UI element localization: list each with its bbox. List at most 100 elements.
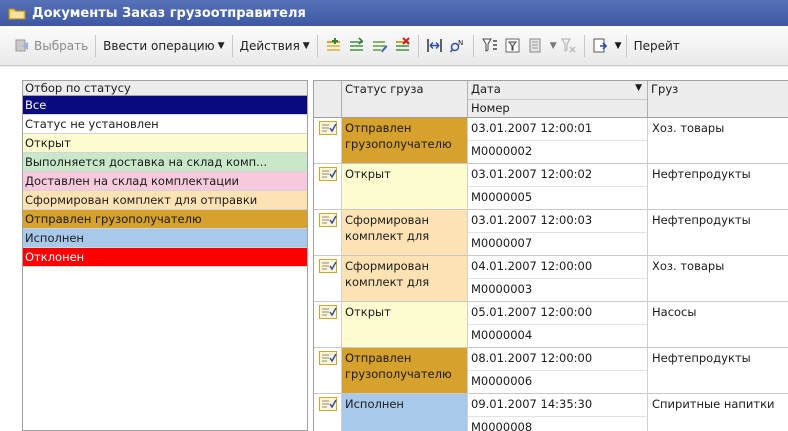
date-cell: 03.01.2007 12:00:03 М0000007 (468, 210, 648, 255)
copy-row-icon[interactable] (348, 37, 365, 54)
date-value: 05.01.2007 12:00:00 (471, 305, 593, 319)
actions-button[interactable]: Действия ▼ (237, 34, 313, 58)
date-cell: 09.01.2007 14:35:30 М0000008 (468, 394, 648, 431)
document-cell (314, 210, 342, 255)
cell-divider (468, 416, 647, 417)
cell-divider (468, 232, 647, 233)
cargo-cell: Нефтепродукты (648, 348, 788, 393)
cell-divider (468, 370, 647, 371)
add-row-icon[interactable] (325, 37, 342, 54)
date-column-label: Дата (471, 82, 501, 96)
date-cell: 08.01.2007 12:00:00 М0000006 (468, 348, 648, 393)
status-filter-item[interactable]: Сформирован комплект для отправки (23, 191, 307, 210)
status-cell: Сформирован комплект для (342, 256, 468, 301)
enter-operation-label: Ввести операцию (103, 38, 215, 53)
cargo-cell: Хоз. товары (648, 256, 788, 301)
cargo-column-header[interactable]: Груз (648, 81, 788, 118)
toolbar-separator (231, 34, 233, 57)
date-value: 08.01.2007 12:00:00 (471, 351, 593, 365)
number-value: М0000003 (471, 282, 533, 296)
clear-filter-icon[interactable] (560, 37, 577, 54)
delete-row-icon[interactable] (394, 37, 411, 54)
actions-label: Действия (239, 38, 300, 53)
status-cell: Открыт (342, 164, 468, 209)
table-row[interactable]: Сформирован комплект для 03.01.2007 12:00… (314, 210, 788, 256)
date-value: 03.01.2007 12:00:03 (471, 213, 593, 227)
table-row[interactable]: Сформирован комплект для 04.01.2007 12:00… (314, 256, 788, 302)
svg-text:N: N (458, 39, 463, 47)
filter-icon[interactable] (481, 37, 498, 54)
cargo-cell: Насосы (648, 302, 788, 347)
table-row[interactable]: Исполнен 09.01.2007 14:35:30 М0000008 Спири… (314, 394, 788, 431)
select-icon (14, 37, 31, 54)
document-cell (314, 348, 342, 393)
status-filter-item[interactable]: Открыт (23, 134, 307, 153)
document-icon (319, 259, 337, 273)
number-value: М0000004 (471, 328, 533, 342)
document-icon (319, 305, 337, 319)
status-filter-item[interactable]: Отправлен грузополучателю (23, 210, 307, 229)
status-column-label: Статус груза (345, 82, 424, 96)
cargo-cell: Нефтепродукты (648, 210, 788, 255)
goto-button[interactable]: Перейт (631, 34, 683, 58)
edit-row-icon[interactable] (371, 37, 388, 54)
documents-table: Статус груза Дата ▼ Номер Груз Отправлен… (313, 80, 788, 431)
status-cell: Исполнен (342, 394, 468, 431)
filter-by-value-icon[interactable] (504, 37, 521, 54)
document-icon (319, 167, 337, 181)
enter-operation-button[interactable]: Ввести операцию ▼ (100, 34, 227, 58)
status-cell: Отправлен грузополучателю (342, 118, 468, 163)
status-column-header[interactable]: Статус груза (342, 81, 468, 118)
number-value: М0000005 (471, 190, 533, 204)
table-row[interactable]: Открыт 05.01.2007 12:00:00 М0000004 Насосы (314, 302, 788, 348)
table-row[interactable]: Отправлен грузополучателю 03.01.2007 12:0… (314, 118, 788, 164)
find-icon[interactable]: N (449, 37, 466, 54)
cell-divider (468, 324, 647, 325)
print-list-icon[interactable] (592, 37, 609, 54)
toolbar-separator (472, 34, 474, 57)
sort-descending-icon: ▼ (635, 83, 642, 93)
document-cell (314, 302, 342, 347)
select-button[interactable]: Выбрать (8, 34, 91, 58)
status-cell: Отправлен грузополучателю (342, 348, 468, 393)
number-value: М0000008 (471, 420, 533, 431)
number-value: М0000006 (471, 374, 533, 388)
date-value: 03.01.2007 12:00:01 (471, 121, 593, 135)
status-filter-item[interactable]: Статус не установлен (23, 115, 307, 134)
table-row[interactable]: Отправлен грузополучателю 08.01.2007 12:0… (314, 348, 788, 394)
toolbar-separator (316, 34, 318, 57)
status-filter-header: Отбор по статусу (23, 81, 307, 96)
toolbar-separator (625, 34, 627, 57)
date-column-header[interactable]: Дата ▼ Номер (468, 81, 648, 118)
document-icon (319, 351, 337, 365)
date-value: 04.01.2007 12:00:00 (471, 259, 593, 273)
status-cell: Открыт (342, 302, 468, 347)
content-area: Отбор по статусу Все Статус не установлен… (0, 67, 788, 431)
document-cell (314, 256, 342, 301)
toolbar-separator (95, 34, 97, 57)
dropdown-arrow-icon[interactable]: ▼ (550, 41, 557, 51)
document-cell (314, 394, 342, 431)
cargo-cell: Хоз. товары (648, 118, 788, 163)
table-row[interactable]: Открыт 03.01.2007 12:00:02 М0000005 Нефтепр… (314, 164, 788, 210)
cargo-cell: Спиритные напитки (648, 394, 788, 431)
status-cell: Сформирован комплект для (342, 210, 468, 255)
cell-divider (468, 278, 647, 279)
window-titlebar: Документы Заказ грузоотправителя (0, 0, 788, 26)
dropdown-arrow-icon[interactable]: ▼ (615, 41, 622, 51)
status-filter-item[interactable]: Доставлен на склад комплектации (23, 172, 307, 191)
status-filter-item[interactable]: Все (23, 96, 307, 115)
date-value: 03.01.2007 12:00:02 (471, 167, 593, 181)
status-filter-item[interactable]: Исполнен (23, 229, 307, 248)
folder-icon (8, 6, 26, 20)
cargo-cell: Нефтепродукты (648, 164, 788, 209)
document-icon (319, 213, 337, 227)
toolbar-separator (583, 34, 585, 57)
status-filter-item[interactable]: Выполняется доставка на склад комп... (23, 153, 307, 172)
number-value: М0000002 (471, 144, 533, 158)
cell-divider (468, 140, 647, 141)
status-filter-item[interactable]: Отклонен (23, 248, 307, 267)
interval-icon[interactable] (426, 37, 443, 54)
goto-label: Перейт (633, 38, 680, 53)
filter-history-icon[interactable] (527, 37, 544, 54)
